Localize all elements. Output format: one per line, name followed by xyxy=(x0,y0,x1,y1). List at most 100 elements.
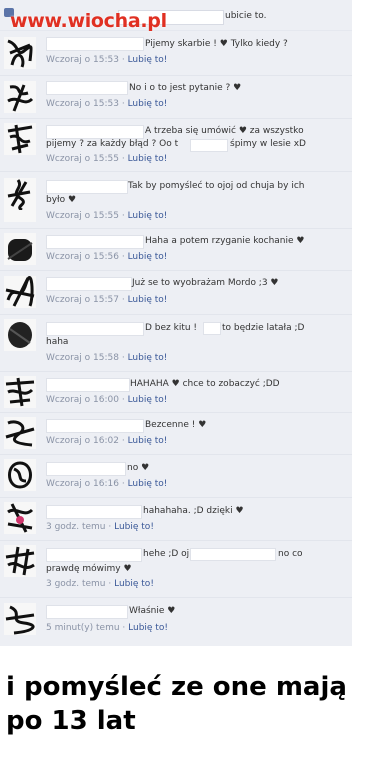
like-link[interactable]: Lubię to! xyxy=(128,623,168,633)
comment-text: pijemy ? za każdy błąd ? Oo t xyxy=(46,139,179,149)
comment-item: Haha a potem rzyganie kochanie ♥ Wczoraj… xyxy=(0,229,352,271)
comment-timestamp: Wczoraj o 15:57 xyxy=(46,295,119,305)
comment-text: A trzeba się umówić ♥ za wszystko xyxy=(145,126,304,136)
like-link[interactable]: Lubię to! xyxy=(114,522,154,532)
avatar[interactable] xyxy=(4,417,36,449)
redacted-name xyxy=(46,180,128,194)
comment-timestamp: Wczoraj o 16:16 xyxy=(46,479,119,489)
comment-thread: ubicie to. www.wiocha.pl Pijemy skarbie … xyxy=(0,0,352,646)
redacted-name xyxy=(46,37,144,51)
meme-caption: i pomyśleć ze one mają po 13 lat xyxy=(6,672,347,736)
comment-timestamp: Wczoraj o 15:53 xyxy=(46,99,119,109)
avatar[interactable] xyxy=(4,37,36,69)
avatar[interactable] xyxy=(4,502,36,534)
comment-text: Haha a potem rzyganie kochanie ♥ xyxy=(145,236,305,246)
comment-meta: Wczoraj o 15:55 · Lubię to! xyxy=(46,211,168,221)
comment-text: no co xyxy=(278,549,303,559)
comment-timestamp: Wczoraj o 16:00 xyxy=(46,395,119,405)
redacted-name xyxy=(46,125,144,139)
comment-item: HAHAHA ♥ chce to zobaczyć ;DD Wczoraj o … xyxy=(0,372,352,413)
comment-item: hahahaha. ;D dzięki ♥ 3 godz. temu · Lub… xyxy=(0,498,352,541)
scribbled-avatar-icon xyxy=(5,276,35,307)
avatar[interactable] xyxy=(4,178,36,222)
avatar[interactable] xyxy=(4,603,36,635)
scribbled-avatar-icon xyxy=(8,322,32,348)
comment-meta: Wczoraj o 15:53 · Lubię to! xyxy=(46,55,168,65)
comment-item: Już se to wyobrażam Mordo ;3 ♥ Wczoraj o… xyxy=(0,271,352,315)
redacted-name xyxy=(203,322,221,335)
redacted-name xyxy=(190,139,228,152)
like-link[interactable]: Lubię to! xyxy=(128,353,168,363)
like-link[interactable]: Lubię to! xyxy=(114,579,154,589)
comment-item: D bez kitu ! to będzie latała ;D haha Wc… xyxy=(0,315,352,372)
like-link[interactable]: Lubię to! xyxy=(128,395,168,405)
comment-text: Już se to wyobrażam Mordo ;3 ♥ xyxy=(132,278,279,288)
comment-item: no ♥ Wczoraj o 16:16 · Lubię to! xyxy=(0,455,352,498)
comment-meta: Wczoraj o 15:56 · Lubię to! xyxy=(46,252,168,262)
scribbled-avatar-icon xyxy=(7,503,34,533)
comment-timestamp: Wczoraj o 16:02 xyxy=(46,436,119,446)
comment-meta: Wczoraj o 16:16 · Lubię to! xyxy=(46,479,168,489)
like-link[interactable]: Lubię to! xyxy=(128,436,168,446)
avatar[interactable] xyxy=(4,123,36,155)
like-link[interactable]: Lubię to! xyxy=(128,154,168,164)
comment-item: Pijemy skarbie ! ♥ Tylko kiedy ? Wczoraj… xyxy=(0,31,352,76)
comment-timestamp: 3 godz. temu xyxy=(46,579,106,589)
redacted-name xyxy=(46,462,126,476)
comment-text: D bez kitu ! xyxy=(145,323,198,333)
comment-item: Bezcenne ! ♥ Wczoraj o 16:02 · Lubię to! xyxy=(0,413,352,455)
comment-meta: 5 minut(y) temu · Lubię to! xyxy=(46,623,168,633)
comment-text: było ♥ xyxy=(46,195,77,205)
comment-meta: Wczoraj o 15:58 · Lubię to! xyxy=(46,353,168,363)
like-link[interactable]: Lubię to! xyxy=(128,295,168,305)
avatar[interactable] xyxy=(4,459,36,491)
avatar[interactable] xyxy=(4,276,36,308)
redacted-name xyxy=(46,322,144,336)
comment-text: hehe ;D oj xyxy=(143,549,190,559)
scribbled-avatar-icon xyxy=(5,420,35,447)
comment-text: No i o to jest pytanie ? ♥ xyxy=(129,83,242,93)
like-link[interactable]: Lubię to! xyxy=(128,211,168,221)
avatar[interactable] xyxy=(4,319,36,351)
scribbled-avatar-icon xyxy=(7,84,34,112)
comment-timestamp: Wczoraj o 15:56 xyxy=(46,252,119,262)
like-link[interactable]: Lubię to! xyxy=(128,252,168,262)
comment-text: prawdę mówimy ♥ xyxy=(46,564,132,574)
comment-text: Właśnie ♥ xyxy=(129,606,176,616)
avatar[interactable] xyxy=(4,81,36,113)
comment-timestamp: Wczoraj o 15:58 xyxy=(46,353,119,363)
comment-item: hehe ;D oj no co prawdę mówimy ♥ 3 godz.… xyxy=(0,541,352,598)
comment-timestamp: Wczoraj o 15:55 xyxy=(46,211,119,221)
avatar[interactable] xyxy=(4,233,36,265)
redacted-name xyxy=(46,419,144,433)
avatar[interactable] xyxy=(4,376,36,408)
redacted-name xyxy=(46,548,142,562)
redacted-name xyxy=(46,505,142,519)
like-link[interactable]: Lubię to! xyxy=(128,479,168,489)
scribbled-avatar-icon xyxy=(5,546,35,576)
comment-text: śpimy w lesie xD xyxy=(230,139,306,149)
scribbled-avatar-icon xyxy=(5,377,35,407)
comment-item: Właśnie ♥ 5 minut(y) temu · Lubię to! xyxy=(0,598,352,645)
comment-text: Tak by pomyśleć to ojoj od chuja by ich xyxy=(128,181,305,191)
site-watermark: www.wiocha.pl xyxy=(10,10,167,32)
like-link[interactable]: Lubię to! xyxy=(128,99,168,109)
comment-item: A trzeba się umówić ♥ za wszystko pijemy… xyxy=(0,119,352,172)
avatar[interactable] xyxy=(4,545,36,577)
redacted-name xyxy=(46,235,144,249)
scribbled-avatar-icon xyxy=(7,124,33,154)
comment-text: no ♥ xyxy=(127,463,150,473)
comment-text: hahahaha. ;D dzięki ♥ xyxy=(143,506,244,516)
scribbled-avatar-icon xyxy=(7,179,31,210)
redacted-name xyxy=(46,605,128,619)
comment-item: Tak by pomyśleć to ojoj od chuja by ich … xyxy=(0,172,352,229)
comment-meta: Wczoraj o 15:53 · Lubię to! xyxy=(46,99,168,109)
redacted-name xyxy=(46,81,128,95)
like-link[interactable]: Lubię to! xyxy=(128,55,168,65)
redacted-name xyxy=(190,548,276,561)
scribbled-avatar-icon xyxy=(7,39,33,68)
comment-meta: 3 godz. temu · Lubię to! xyxy=(46,579,154,589)
scribbled-avatar-icon xyxy=(8,461,32,489)
comment-text: haha xyxy=(46,337,69,347)
comment-text: Bezcenne ! ♥ xyxy=(145,420,207,430)
